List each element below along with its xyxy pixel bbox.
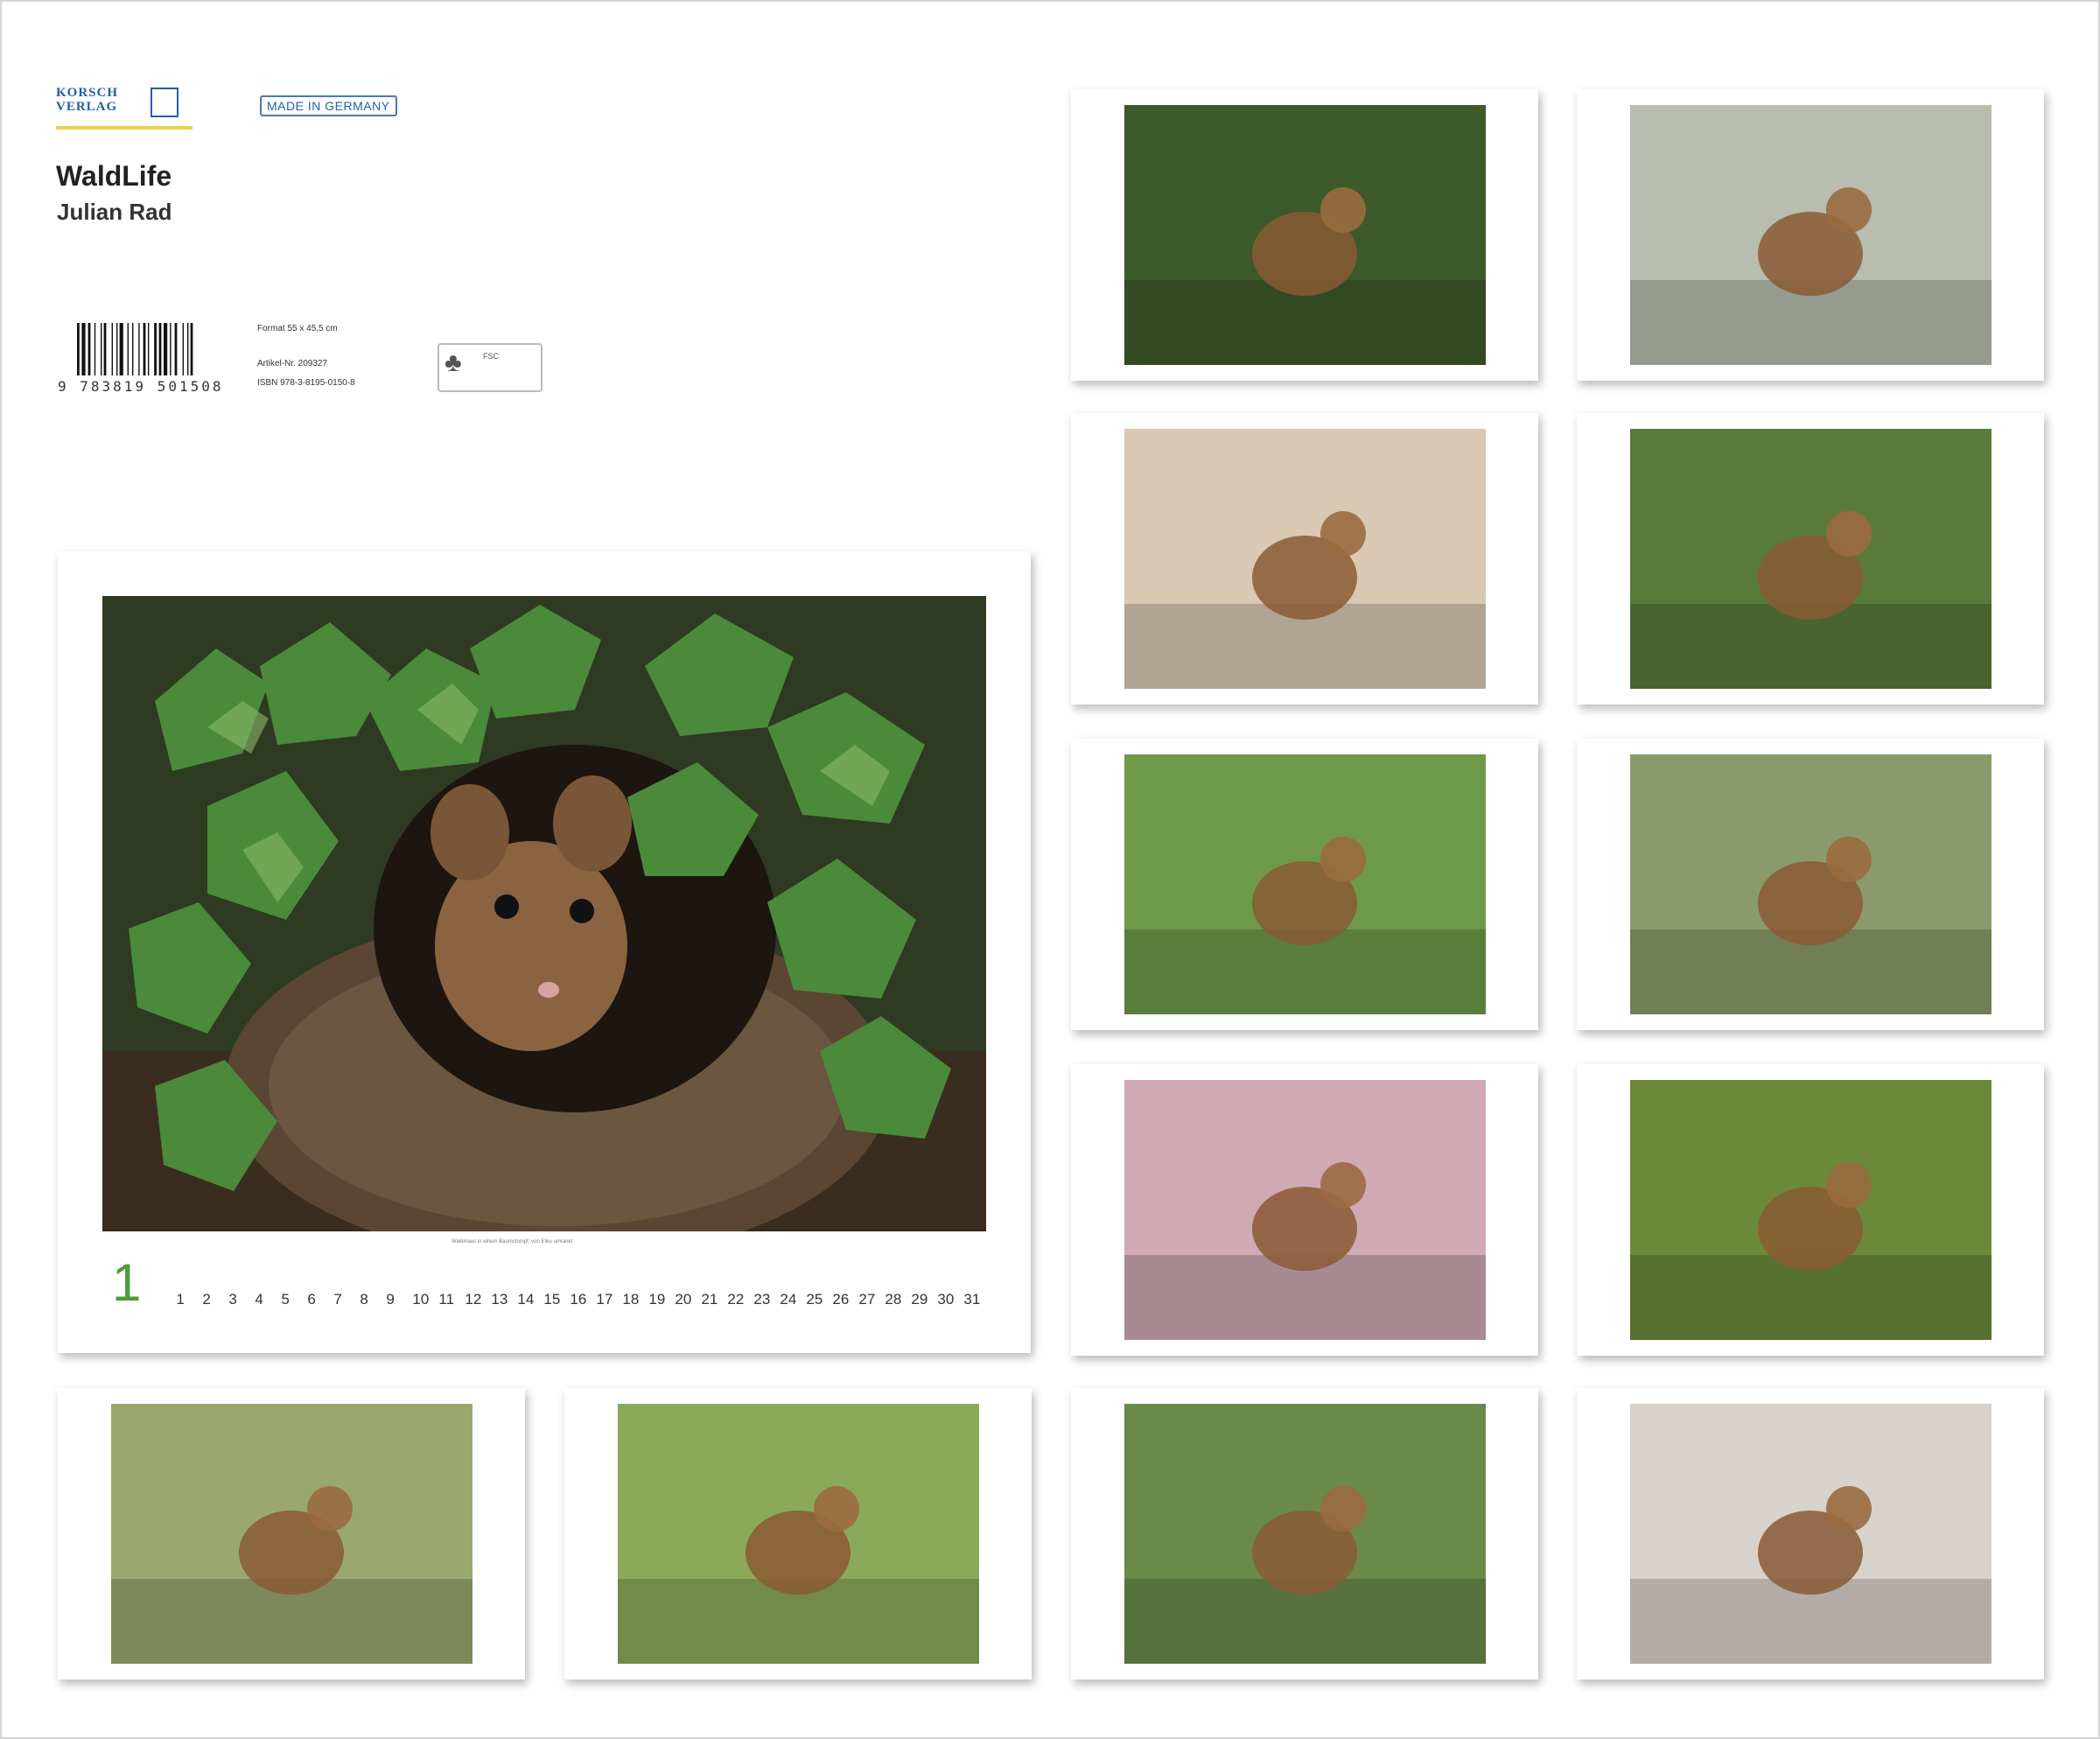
day-cell: 28 [885,1291,902,1308]
isbn-text: ISBN 978-3-8195-0150-8 [257,378,355,388]
day-cell: 26 [832,1291,850,1308]
thumbnail-photo [1630,754,1992,1014]
publisher-logo: KORSCH VERLAG [56,86,192,138]
day-cell: 21 [701,1291,718,1308]
day-cell: 24 [780,1291,797,1308]
month-thumbnail [1071,413,1538,705]
month-thumbnail [1577,413,2044,705]
thumbnail-photo [1124,105,1486,365]
day-cell: 1 [176,1291,185,1308]
thumbnail-photo [1124,1404,1486,1664]
fsc-label: FSC [483,352,499,361]
main-calendar-page: Waldmaus in einem Baumstumpf, von Efeu u… [58,551,1031,1353]
month-thumbnail [1071,89,1538,381]
day-cell: 5 [281,1291,290,1308]
month-thumbnail [1071,739,1538,1030]
day-cell: 27 [858,1291,876,1308]
day-cell: 2 [202,1291,211,1308]
month-thumbnail [1577,739,2044,1030]
barcode-number: 9 783819 501508 [58,378,224,395]
main-photo-mouse [102,596,986,1231]
day-cell: 18 [622,1291,640,1308]
month-thumbnail [564,1388,1032,1679]
photo-caption: Waldmaus in einem Baumstumpf, von Efeu u… [452,1239,573,1245]
calendar-grid: 1 1 2 3 4 5 6 7 8 9 10 11 12 13 14 15 16… [112,1253,990,1312]
day-cell: 10 [412,1291,430,1308]
thumbnail-photo [111,1404,472,1664]
day-cell: 20 [675,1291,692,1308]
fsc-badge: ♣ FSC [438,343,542,392]
day-cell: 19 [648,1291,666,1308]
thumbnail-photo [1124,754,1486,1014]
day-cell: 12 [465,1291,482,1308]
day-cell: 17 [596,1291,613,1308]
month-thumbnail [1071,1388,1538,1679]
calendar-title: WaldLife [56,160,172,192]
day-cell: 7 [333,1291,342,1308]
article-number: Artikel-Nr. 209327 [257,359,328,368]
month-thumbnail [1577,89,2044,381]
thumbnail-photo [1630,1080,1992,1340]
thumbnail-photo [1124,1080,1486,1340]
day-cell: 30 [937,1291,955,1308]
day-cell: 23 [753,1291,771,1308]
format-text: Format 55 x 45,5 cm [257,324,338,333]
day-cell: 25 [806,1291,823,1308]
day-cell: 15 [543,1291,561,1308]
day-cell: 16 [570,1291,587,1308]
month-thumbnail [1071,1064,1538,1356]
thumbnail-photo [1630,105,1992,365]
made-in-germany-badge: MADE IN GERMANY [260,95,397,116]
month-number: 1 [112,1253,142,1312]
day-cell: 31 [963,1291,981,1308]
day-cell: 11 [438,1291,455,1308]
day-cell: 29 [911,1291,928,1308]
logo-underline [56,126,192,130]
month-thumbnail [58,1388,525,1679]
thumbnail-photo [1124,429,1486,689]
day-cell: 8 [360,1291,368,1308]
publisher-emblem-icon [150,88,178,117]
day-cell: 22 [727,1291,745,1308]
day-cell: 14 [517,1291,535,1308]
day-cell: 6 [307,1291,316,1308]
day-cell: 4 [255,1291,263,1308]
month-thumbnail [1577,1064,2044,1356]
fsc-tree-icon: ♣ [444,348,462,377]
day-cell: 9 [386,1291,395,1308]
calendar-author: Julian Rad [57,199,172,225]
day-cell: 13 [491,1291,508,1308]
month-thumbnail [1577,1388,2044,1679]
thumbnail-photo [618,1404,979,1664]
thumbnail-photo [1630,1404,1992,1664]
day-cell: 3 [228,1291,237,1308]
barcode-icon [75,323,222,377]
thumbnail-photo [1630,429,1992,689]
